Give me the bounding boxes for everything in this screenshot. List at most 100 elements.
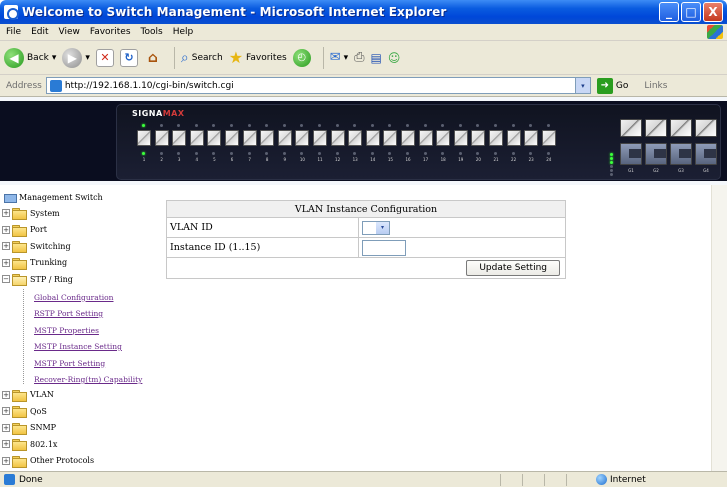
favorites-button[interactable]: ★ Favorites: [229, 48, 287, 67]
tree-link-mstp-instance-setting[interactable]: MSTP Instance Setting: [34, 342, 122, 351]
folder-icon: [12, 389, 27, 402]
refresh-button[interactable]: ↻: [119, 48, 138, 67]
tree-node-other-protocols[interactable]: + Other Protocols: [2, 455, 95, 468]
port-number-label: 15: [387, 157, 393, 162]
switch-port-5: [207, 130, 222, 146]
address-input[interactable]: http://192.168.1.10/cgi-bin/switch.cgi ▾: [45, 77, 591, 94]
address-dropdown-icon[interactable]: ▾: [574, 78, 590, 93]
expand-icon[interactable]: +: [2, 407, 10, 415]
messenger-icon: ☺: [387, 50, 401, 65]
switch-port-4: [189, 130, 204, 146]
menu-help[interactable]: Help: [173, 27, 194, 37]
folder-icon: [12, 406, 27, 418]
menu-edit[interactable]: Edit: [31, 27, 48, 37]
menu-tools[interactable]: Tools: [141, 27, 163, 37]
port-led-21: [494, 124, 497, 127]
port-number-label: 11: [317, 157, 323, 162]
port-activity-led-7: [247, 152, 251, 155]
tree-root[interactable]: Management Switch: [4, 192, 103, 203]
tree-node-system[interactable]: + System: [2, 208, 60, 220]
switch-port-18: [436, 130, 451, 146]
maximize-button[interactable]: □: [681, 2, 701, 22]
page-icon: [49, 79, 62, 92]
tree-node-port[interactable]: + Port: [2, 224, 47, 237]
vlan-id-select[interactable]: ▾: [362, 220, 390, 235]
port-activity-led-11: [318, 152, 321, 155]
back-dropdown-icon[interactable]: ▾: [52, 53, 57, 63]
port-led-6: [230, 124, 233, 127]
port-led-9: [282, 124, 286, 127]
port-activity-led-9: [282, 152, 286, 155]
menu-view[interactable]: View: [59, 27, 80, 37]
tree-node-label: 802.1x: [30, 439, 58, 449]
tree-node-snmp[interactable]: + SNMP: [2, 422, 56, 435]
menu-favorites[interactable]: Favorites: [90, 27, 131, 37]
switch-port-21: [489, 130, 503, 146]
expand-icon[interactable]: +: [2, 225, 10, 234]
back-button[interactable]: ◀ Back ▾: [4, 47, 57, 68]
collapse-icon[interactable]: −: [2, 275, 10, 283]
tree-node-switching[interactable]: + Switching: [2, 241, 71, 253]
expand-icon[interactable]: +: [2, 440, 10, 448]
tree-node-label: Other Protocols: [30, 456, 95, 465]
expand-icon[interactable]: +: [2, 456, 10, 465]
port-number-label: 23: [528, 157, 534, 162]
standard-toolbar: ◀ Back ▾ ▶ ▾ ✕ ↻ ⌂ ⌕ Search ★ Favorites …: [0, 41, 727, 75]
status-cell: [500, 473, 522, 486]
expand-icon[interactable]: +: [2, 423, 10, 432]
favorites-star-icon: ★: [228, 48, 244, 67]
switch-port-24: [541, 130, 556, 146]
close-button[interactable]: X: [703, 2, 723, 22]
action-row: Update Setting: [166, 257, 566, 279]
tree-node-802-1x[interactable]: +802.1x: [2, 439, 58, 451]
system-led: [610, 173, 613, 176]
tree-node-stp-ring[interactable]: − STP / Ring: [2, 274, 73, 286]
tree-link-global-configuration[interactable]: Global Configuration: [34, 293, 114, 302]
tree-node-trunking[interactable]: + Trunking: [2, 257, 67, 270]
tree-node-qos[interactable]: + QoS: [2, 406, 47, 418]
switch-front-panel: SIGNAMAX 1 2 3 4 5 6 7 8 9 10 11 12 13 14 15 16 17 18 19 20…: [116, 104, 721, 180]
mail-icon: ✉: [329, 50, 341, 65]
uplink-label: G4: [703, 168, 709, 173]
expand-icon[interactable]: +: [2, 258, 10, 267]
home-button[interactable]: ⌂: [144, 49, 162, 67]
port-led-3: [177, 124, 181, 127]
minimize-button[interactable]: _: [659, 2, 679, 22]
tree-node-vlan[interactable]: + VLAN: [2, 389, 54, 402]
update-setting-button[interactable]: Update Setting: [466, 260, 560, 276]
instance-id-input[interactable]: [362, 239, 406, 256]
history-button[interactable]: ◴: [292, 48, 311, 67]
tree-link-mstp-port-setting[interactable]: MSTP Port Setting: [34, 359, 105, 368]
links-button[interactable]: Links: [644, 81, 667, 91]
vertical-scrollbar[interactable]: [711, 185, 727, 471]
folder-icon: [12, 422, 27, 435]
tree-node-label: Switching: [30, 241, 71, 251]
stop-button[interactable]: ✕: [95, 48, 114, 67]
go-button[interactable]: ➜ Go: [596, 77, 628, 94]
menu-file[interactable]: File: [6, 27, 21, 37]
mail-button[interactable]: ✉ ▾: [330, 50, 348, 65]
port-led-7: [247, 124, 251, 127]
tree-link-mstp-properties[interactable]: MSTP Properties: [34, 326, 99, 335]
tree-link-recover-ring-tm-capability[interactable]: Recover-Ring(tm) Capability: [34, 375, 142, 384]
messenger-button[interactable]: ☺: [388, 51, 401, 65]
port-led-23: [529, 124, 533, 127]
forward-button[interactable]: ▶ ▾: [62, 47, 90, 68]
expand-icon[interactable]: +: [2, 209, 10, 217]
expand-icon[interactable]: +: [2, 242, 10, 250]
switch-port-11: [313, 130, 327, 146]
port-number-label: 12: [335, 157, 341, 162]
window-titlebar[interactable]: Welcome to Switch Management - Microsoft…: [0, 0, 727, 24]
tree-link-rstp-port-setting[interactable]: RSTP Port Setting: [34, 309, 103, 318]
port-activity-led-10: [300, 152, 304, 155]
mail-dropdown-icon[interactable]: ▾: [344, 53, 349, 63]
port-number-label: 1: [142, 157, 146, 162]
switch-port-23: [524, 130, 539, 146]
edit-button[interactable]: ▤: [371, 51, 382, 65]
search-button[interactable]: ⌕ Search: [181, 50, 223, 66]
open-folder-icon: [12, 274, 27, 286]
print-button[interactable]: ⎙: [354, 50, 364, 65]
port-number-label: 3: [177, 157, 181, 162]
expand-icon[interactable]: +: [2, 390, 10, 399]
forward-dropdown-icon[interactable]: ▾: [85, 53, 90, 63]
